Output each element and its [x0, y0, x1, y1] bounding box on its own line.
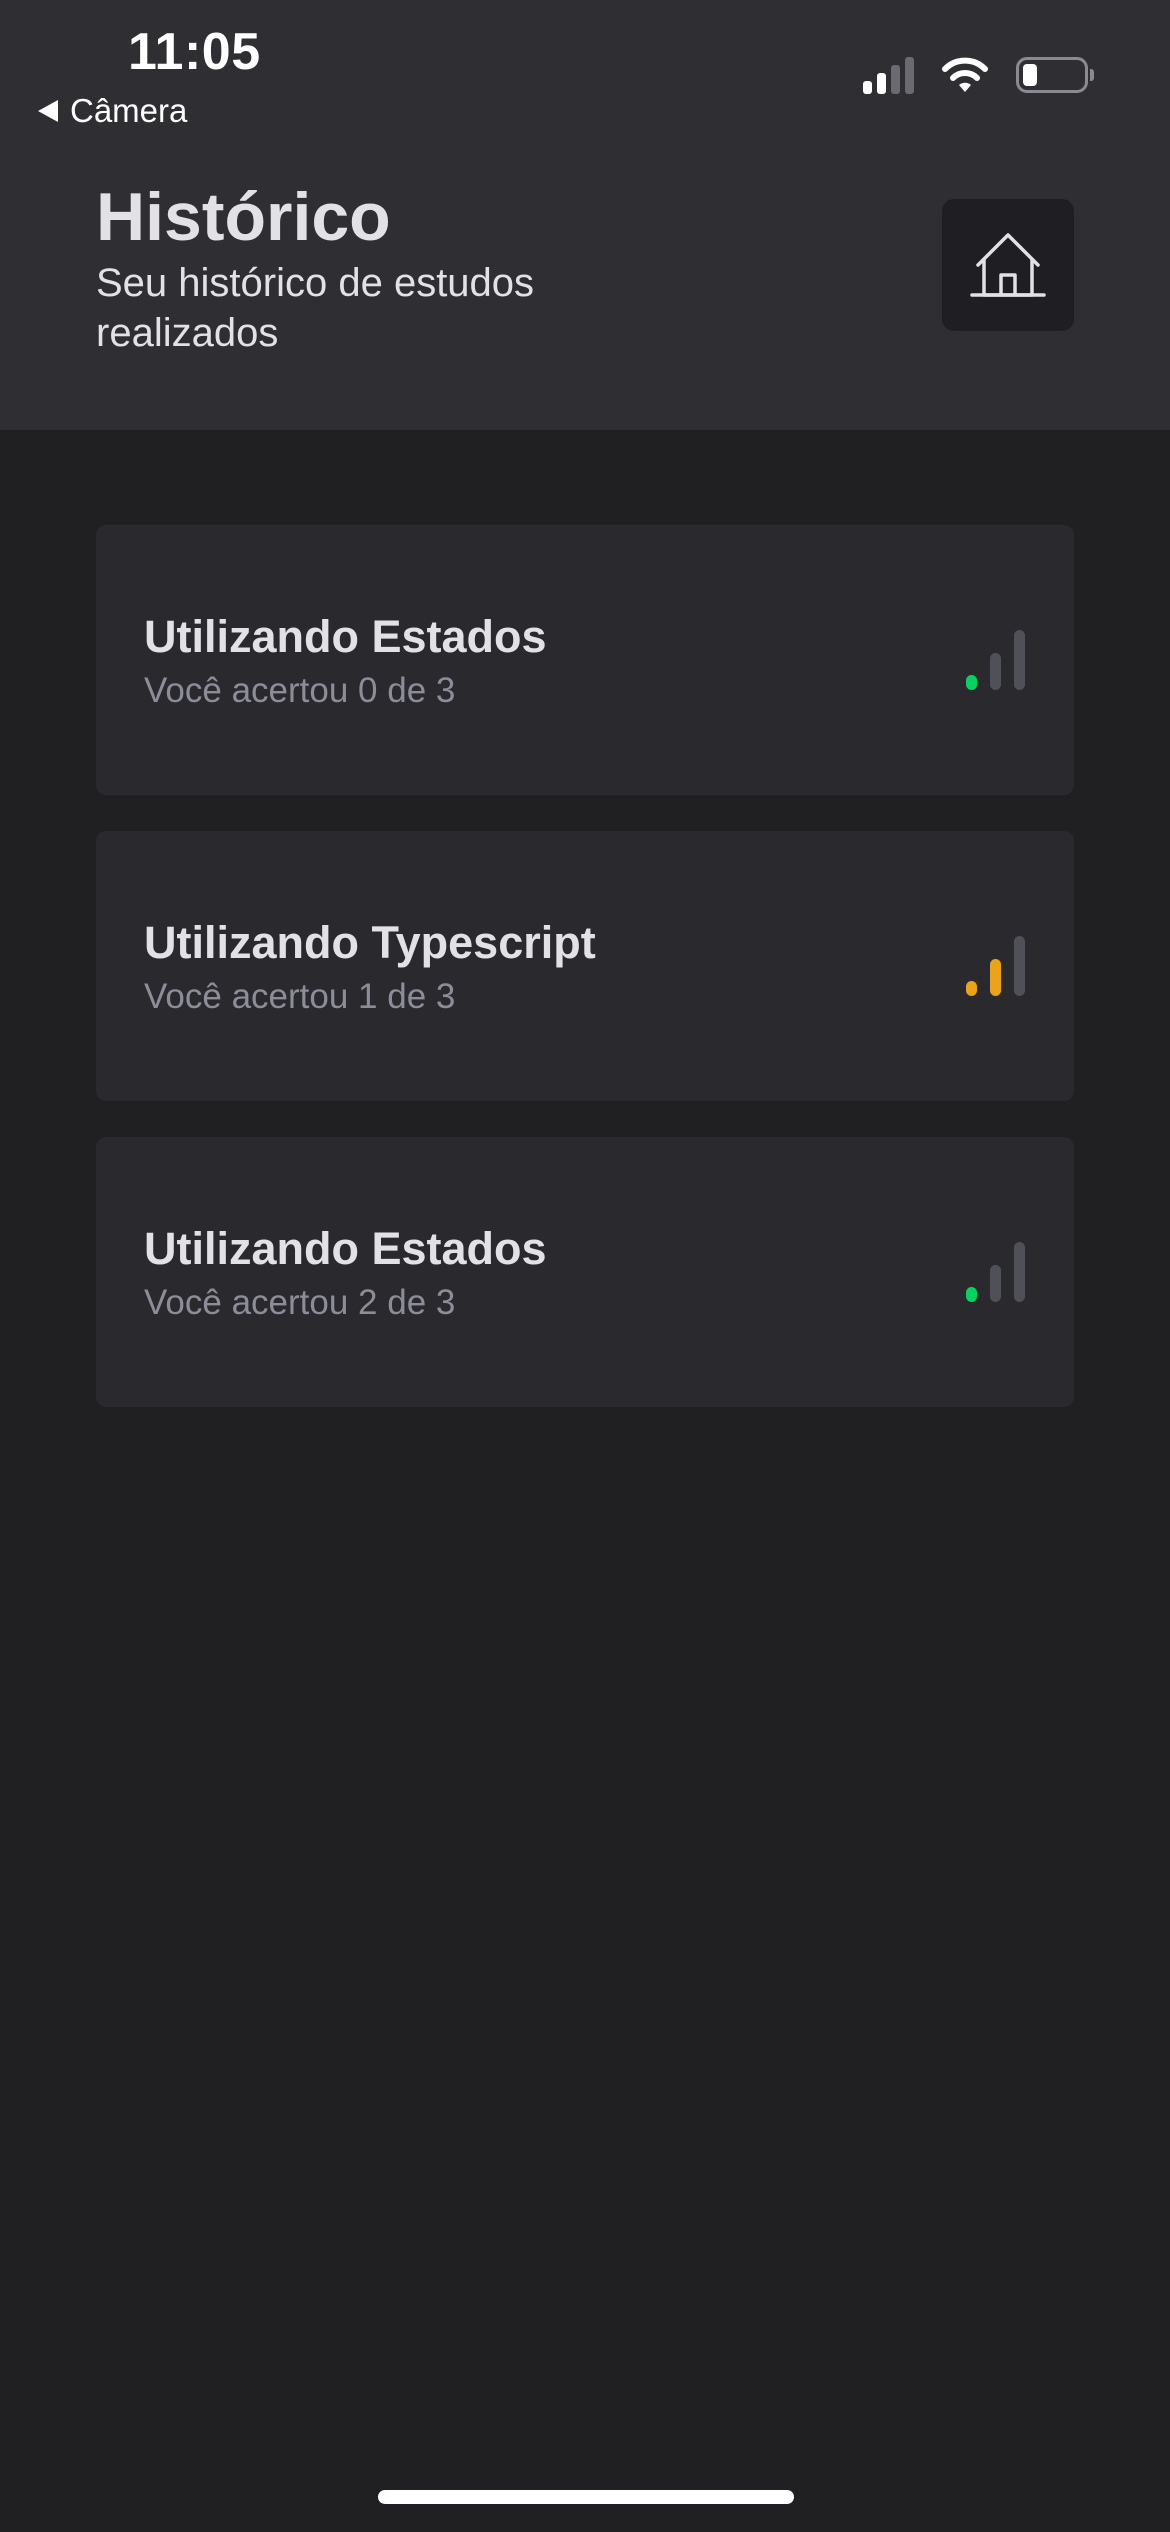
card-result: Você acertou 2 de 3 — [144, 1283, 456, 1322]
card-result: Você acertou 1 de 3 — [144, 977, 456, 1016]
wifi-icon — [940, 56, 990, 94]
card-result: Você acertou 0 de 3 — [144, 671, 456, 710]
level-bars-icon — [966, 628, 1026, 690]
header: 11:05 Câmera Histórico Seu histórico de … — [0, 0, 1170, 430]
card-title: Utilizando Estados — [144, 1223, 547, 1274]
back-label: Câmera — [70, 92, 188, 129]
card-title: Utilizando Typescript — [144, 917, 596, 968]
page-subtitle: Seu histórico de estudos realizados — [96, 261, 535, 355]
history-card[interactable]: Utilizando Estados Você acertou 0 de 3 — [96, 525, 1074, 795]
level-bars-icon — [966, 1240, 1026, 1302]
home-indicator — [378, 2490, 794, 2504]
card-title: Utilizando Estados — [144, 611, 547, 662]
cellular-signal-icon — [863, 56, 914, 94]
page-title: Histórico — [96, 179, 391, 255]
status-time: 11:05 — [128, 23, 261, 81]
battery-icon — [1016, 57, 1094, 93]
history-card[interactable]: Utilizando Estados Você acertou 2 de 3 — [96, 1137, 1074, 1407]
history-card[interactable]: Utilizando Typescript Você acertou 1 de … — [96, 831, 1074, 1101]
level-bars-icon — [966, 934, 1026, 996]
status-icons — [863, 56, 1094, 94]
home-button[interactable] — [942, 199, 1074, 331]
back-arrow-icon — [38, 100, 58, 122]
back-to-camera-link[interactable]: Câmera — [38, 92, 187, 130]
home-icon — [970, 233, 1046, 297]
